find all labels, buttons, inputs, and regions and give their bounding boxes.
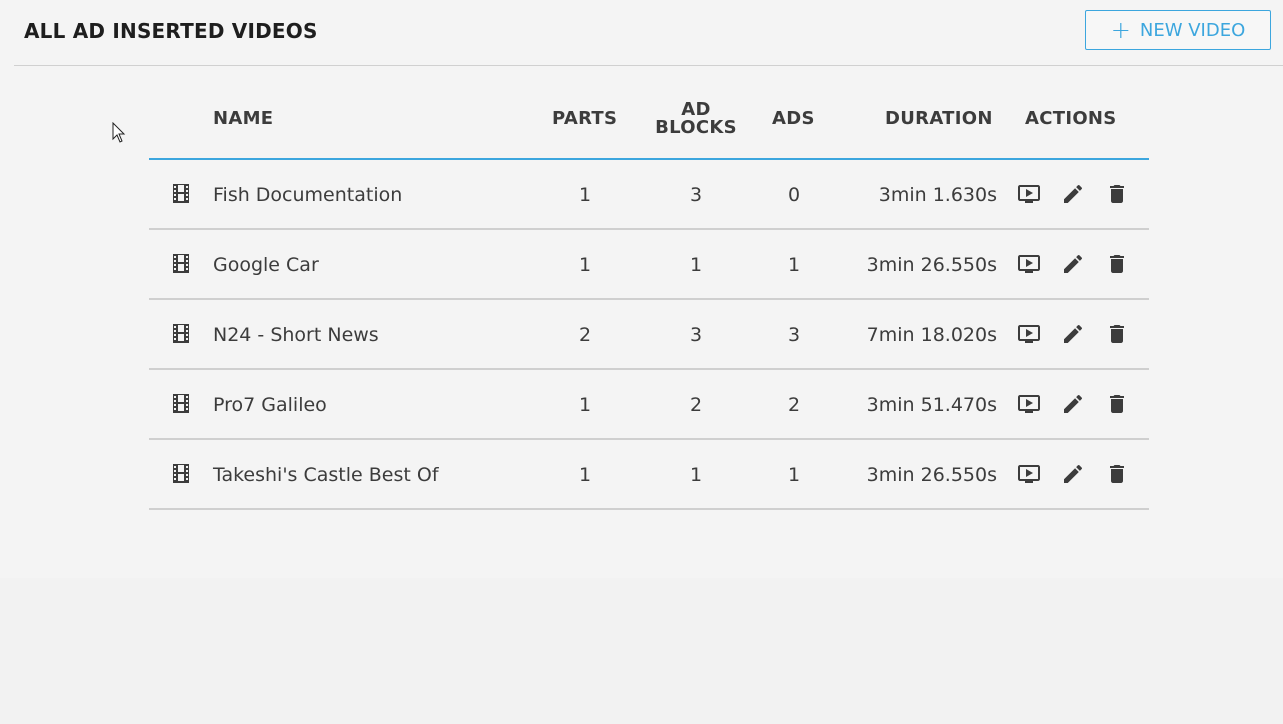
- play-video-icon[interactable]: [1017, 252, 1041, 276]
- play-video-icon[interactable]: [1017, 182, 1041, 206]
- ads-value: 1: [787, 254, 801, 276]
- play-video-icon[interactable]: [1017, 322, 1041, 346]
- edit-pencil-icon[interactable]: [1061, 462, 1085, 486]
- ad-blocks-value: 2: [689, 394, 703, 416]
- duration-value: 3min 26.550s: [866, 464, 997, 486]
- duration-value: 7min 18.020s: [866, 324, 997, 346]
- parts-value: 1: [578, 254, 592, 276]
- header-divider: [14, 65, 1283, 66]
- video-name[interactable]: Fish Documentation: [213, 160, 402, 230]
- ad-blocks-value: 3: [689, 184, 703, 206]
- delete-trash-icon[interactable]: [1105, 462, 1129, 486]
- column-header-ads[interactable]: ADS: [772, 110, 815, 128]
- column-header-ad-blocks-line2: BLOCKS: [655, 117, 737, 138]
- video-name[interactable]: Takeshi's Castle Best Of: [213, 440, 439, 510]
- film-icon: [173, 254, 189, 273]
- table-row[interactable]: Takeshi's Castle Best Of 1 1 1 3min 26.5…: [149, 440, 1149, 510]
- ad-blocks-value: 1: [689, 254, 703, 276]
- parts-value: 1: [578, 394, 592, 416]
- video-name[interactable]: Google Car: [213, 230, 319, 300]
- column-header-ad-blocks[interactable]: AD BLOCKS: [654, 101, 738, 137]
- parts-value: 1: [578, 464, 592, 486]
- duration-value: 3min 1.630s: [878, 184, 997, 206]
- new-video-button-label: NEW VIDEO: [1139, 19, 1246, 41]
- column-header-parts[interactable]: PARTS: [552, 110, 617, 128]
- play-video-icon[interactable]: [1017, 392, 1041, 416]
- ad-blocks-value: 1: [689, 464, 703, 486]
- duration-value: 3min 26.550s: [866, 254, 997, 276]
- delete-trash-icon[interactable]: [1105, 252, 1129, 276]
- column-header-name[interactable]: NAME: [213, 110, 273, 128]
- parts-value: 2: [578, 324, 592, 346]
- table-row[interactable]: Google Car 1 1 1 3min 26.550s: [149, 230, 1149, 300]
- column-header-duration[interactable]: DURATION: [885, 110, 993, 128]
- edit-pencil-icon[interactable]: [1061, 182, 1085, 206]
- page-title: ALL AD INSERTED VIDEOS: [24, 19, 318, 43]
- video-name[interactable]: Pro7 Galileo: [213, 370, 327, 440]
- film-icon: [173, 184, 189, 203]
- parts-value: 1: [578, 184, 592, 206]
- table-row[interactable]: N24 - Short News 2 3 3 7min 18.020s: [149, 300, 1149, 370]
- plus-icon: +: [1110, 16, 1131, 44]
- table-row[interactable]: Fish Documentation 1 3 0 3min 1.630s: [149, 160, 1149, 230]
- ad-blocks-value: 3: [689, 324, 703, 346]
- videos-table: NAME PARTS AD BLOCKS ADS DURATION ACTION…: [149, 88, 1149, 510]
- edit-pencil-icon[interactable]: [1061, 392, 1085, 416]
- film-icon: [173, 394, 189, 413]
- delete-trash-icon[interactable]: [1105, 392, 1129, 416]
- edit-pencil-icon[interactable]: [1061, 322, 1085, 346]
- table-row[interactable]: Pro7 Galileo 1 2 2 3min 51.470s: [149, 370, 1149, 440]
- film-icon: [173, 324, 189, 343]
- delete-trash-icon[interactable]: [1105, 182, 1129, 206]
- ads-value: 3: [787, 324, 801, 346]
- column-header-actions: ACTIONS: [1025, 108, 1117, 129]
- duration-value: 3min 51.470s: [866, 394, 997, 416]
- video-name[interactable]: N24 - Short News: [213, 300, 379, 370]
- edit-pencil-icon[interactable]: [1061, 252, 1085, 276]
- mouse-cursor-icon: [112, 122, 126, 143]
- ads-value: 2: [787, 394, 801, 416]
- delete-trash-icon[interactable]: [1105, 322, 1129, 346]
- table-body: Fish Documentation 1 3 0 3min 1.630s Goo…: [149, 160, 1149, 510]
- page-panel: ALL AD INSERTED VIDEOS + NEW VIDEO NAME …: [0, 0, 1283, 578]
- ads-value: 1: [787, 464, 801, 486]
- film-icon: [173, 464, 189, 483]
- table-header: NAME PARTS AD BLOCKS ADS DURATION ACTION…: [149, 88, 1149, 160]
- new-video-button[interactable]: + NEW VIDEO: [1085, 10, 1271, 50]
- play-video-icon[interactable]: [1017, 462, 1041, 486]
- ads-value: 0: [787, 184, 801, 206]
